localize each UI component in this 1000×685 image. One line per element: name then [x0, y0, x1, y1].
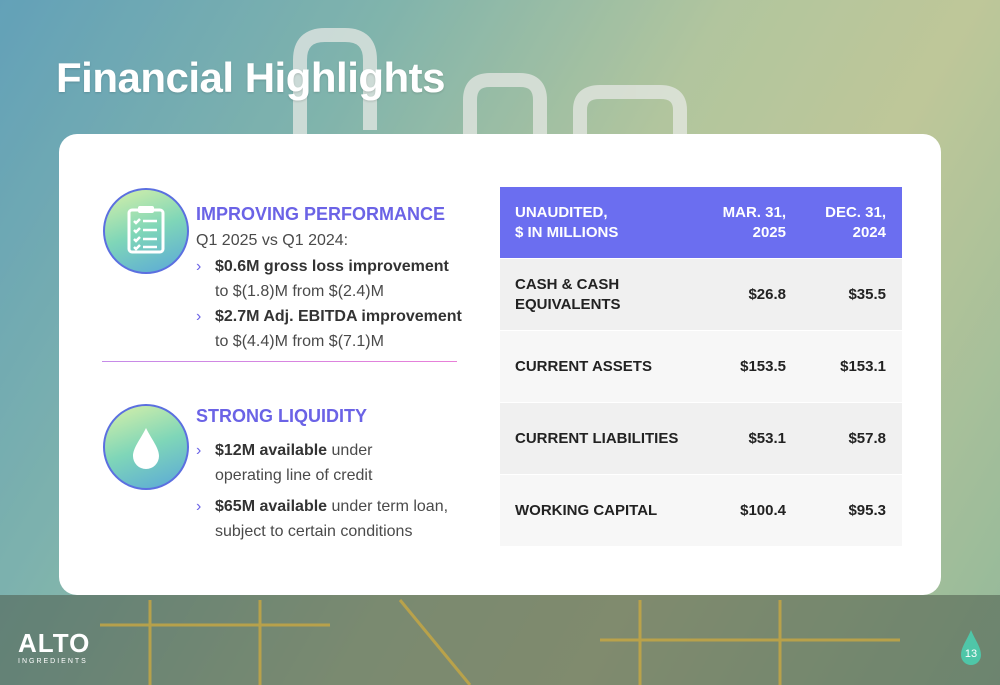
- bullet-text: under term loan,: [327, 498, 449, 515]
- row-dec-value: $95.3: [848, 501, 886, 519]
- row-dec-value: $57.8: [848, 429, 886, 447]
- bullet-text: to $(4.4)M from $(7.1)M: [215, 333, 384, 350]
- liquidity-bullet-1: › $12M available under operating line of…: [196, 438, 485, 488]
- performance-bullet-1: › $0.6M gross loss improvement to $(1.8)…: [196, 254, 485, 304]
- row-mar-value: $100.4: [740, 501, 786, 519]
- table-row: WORKING CAPITAL $100.4 $95.3: [500, 475, 902, 547]
- bullet-bold: $12M available: [215, 442, 328, 459]
- chevron-right-icon: ›: [196, 498, 202, 515]
- company-logo: ALTO INGREDIENTS: [18, 630, 90, 665]
- chevron-right-icon: ›: [196, 442, 202, 459]
- section-divider: [102, 361, 457, 362]
- liquidity-bullet-2: › $65M available under term loan, subjec…: [196, 494, 485, 544]
- logo-subtext: INGREDIENTS: [18, 658, 88, 665]
- row-mar-value: $26.8: [748, 285, 786, 303]
- performance-subheading: Q1 2025 vs Q1 2024:: [196, 232, 349, 249]
- chevron-right-icon: ›: [196, 258, 202, 275]
- header-label: UNAUDITED, $ IN MILLIONS: [515, 203, 619, 241]
- highlights-card: IMPROVING PERFORMANCE Q1 2025 vs Q1 2024…: [59, 134, 941, 595]
- checklist-icon: [103, 188, 189, 274]
- liquidity-heading: STRONG LIQUIDITY: [196, 406, 367, 426]
- table-row: CURRENT LIABILITIES $53.1 $57.8: [500, 403, 902, 475]
- row-mar-value: $53.1: [748, 429, 786, 447]
- table-row: CASH & CASH EQUIVALENTS $26.8 $35.5: [500, 259, 902, 331]
- page-number: 13: [964, 648, 978, 660]
- row-label: CASH & CASH EQUIVALENTS: [515, 275, 621, 313]
- header-dec-2024: DEC. 31, 2024: [825, 203, 886, 241]
- bullet-bold: $0.6M gross loss improvement: [215, 258, 449, 275]
- logo-text: ALTO: [18, 628, 91, 658]
- page-title: Financial Highlights: [56, 54, 446, 101]
- row-dec-value: $35.5: [848, 285, 886, 303]
- water-drop-icon: [103, 404, 189, 490]
- row-label: WORKING CAPITAL: [515, 501, 658, 519]
- bullet-text: to $(1.8)M from $(2.4)M: [215, 283, 384, 300]
- financial-table: UNAUDITED, $ IN MILLIONS MAR. 31, 2025 DEC…: [500, 187, 902, 547]
- header-mar-2025: MAR. 31, 2025: [722, 203, 786, 241]
- row-label: CURRENT ASSETS: [515, 357, 652, 375]
- bullet-text: under: [327, 442, 373, 459]
- performance-bullet-2: › $2.7M Adj. EBITDA improvement to $(4.4…: [196, 304, 485, 354]
- chevron-right-icon: ›: [196, 308, 202, 325]
- bullet-text: operating line of credit: [215, 467, 373, 484]
- table-header: UNAUDITED, $ IN MILLIONS MAR. 31, 2025 DEC…: [500, 187, 902, 259]
- performance-heading: IMPROVING PERFORMANCE: [196, 204, 446, 224]
- row-dec-value: $153.1: [840, 357, 886, 375]
- table-row: CURRENT ASSETS $153.5 $153.1: [500, 331, 902, 403]
- row-label: CURRENT LIABILITIES: [515, 429, 679, 447]
- row-mar-value: $153.5: [740, 357, 786, 375]
- bullet-text: subject to certain conditions: [215, 523, 413, 540]
- bullet-bold: $65M available: [215, 498, 328, 515]
- bullet-bold: $2.7M Adj. EBITDA improvement: [215, 308, 462, 325]
